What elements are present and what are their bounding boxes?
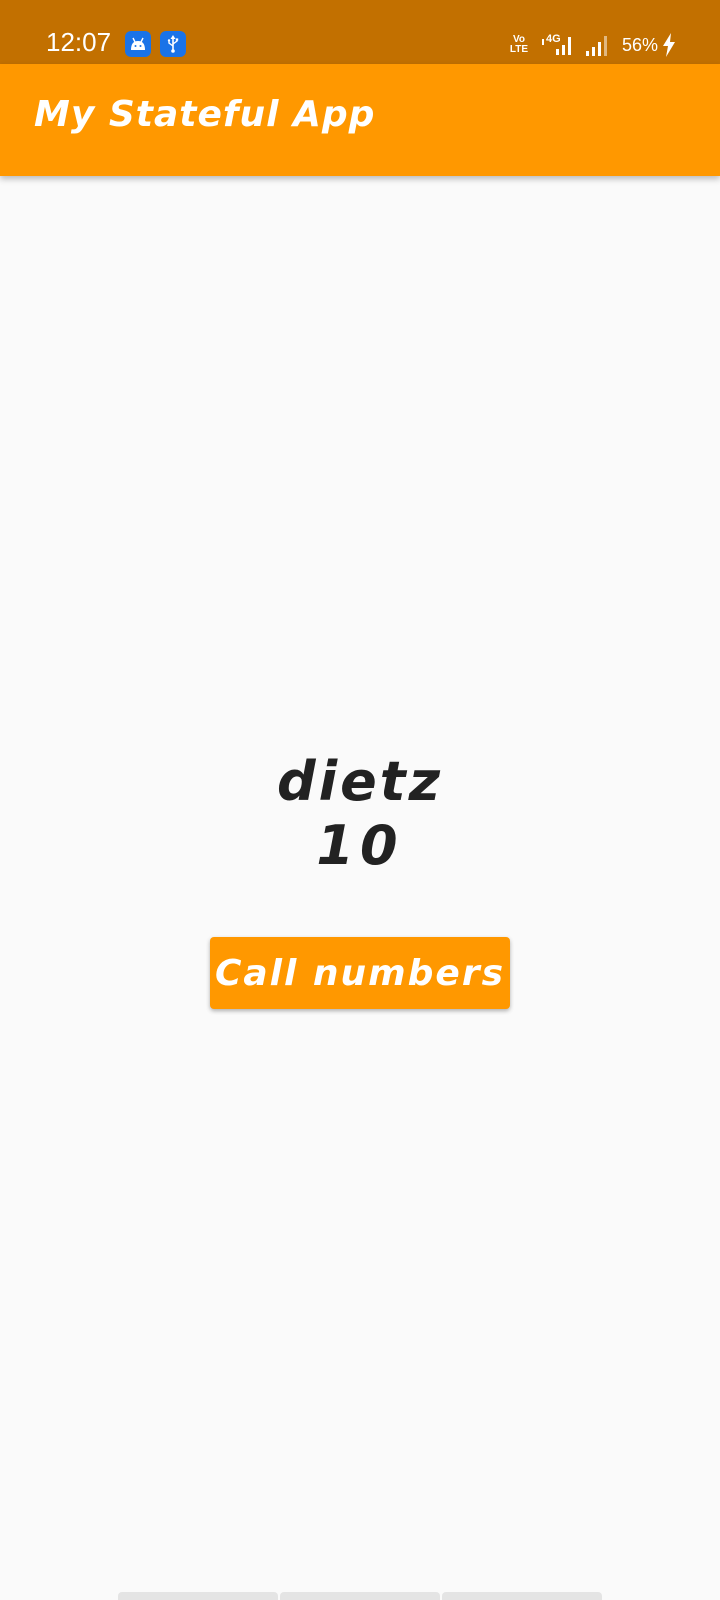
volte-icon: Vo LTE bbox=[506, 35, 532, 55]
gesture-segment bbox=[280, 1592, 440, 1600]
word-text: dietz bbox=[276, 750, 444, 813]
app-title: My Stateful App bbox=[34, 94, 376, 135]
gesture-segment bbox=[118, 1592, 278, 1600]
battery-percent: 56% bbox=[621, 34, 658, 55]
app-bar: My Stateful App bbox=[0, 64, 720, 176]
signal-4g-icon: 4G bbox=[541, 33, 576, 57]
gesture-nav-bar[interactable] bbox=[118, 1592, 602, 1600]
status-right-group: Vo LTE 4G 56% bbox=[506, 30, 676, 60]
number-text: 10 bbox=[316, 814, 404, 877]
call-numbers-button[interactable]: Call numbers bbox=[210, 937, 510, 1009]
main-content: dietz 10 bbox=[0, 750, 720, 878]
battery-charging-icon bbox=[663, 33, 675, 57]
volte-line2: LTE bbox=[509, 44, 529, 55]
android-notification-icon bbox=[125, 31, 151, 57]
status-time: 12:07 bbox=[46, 27, 112, 57]
signal-icon bbox=[585, 36, 607, 56]
gesture-segment bbox=[442, 1592, 602, 1600]
usb-notification-icon bbox=[160, 31, 186, 57]
screen: 12:07 Vo LTE 4G 56% My Stateful App diet… bbox=[0, 0, 720, 1600]
status-bar: 12:07 Vo LTE 4G 56% bbox=[0, 0, 720, 64]
